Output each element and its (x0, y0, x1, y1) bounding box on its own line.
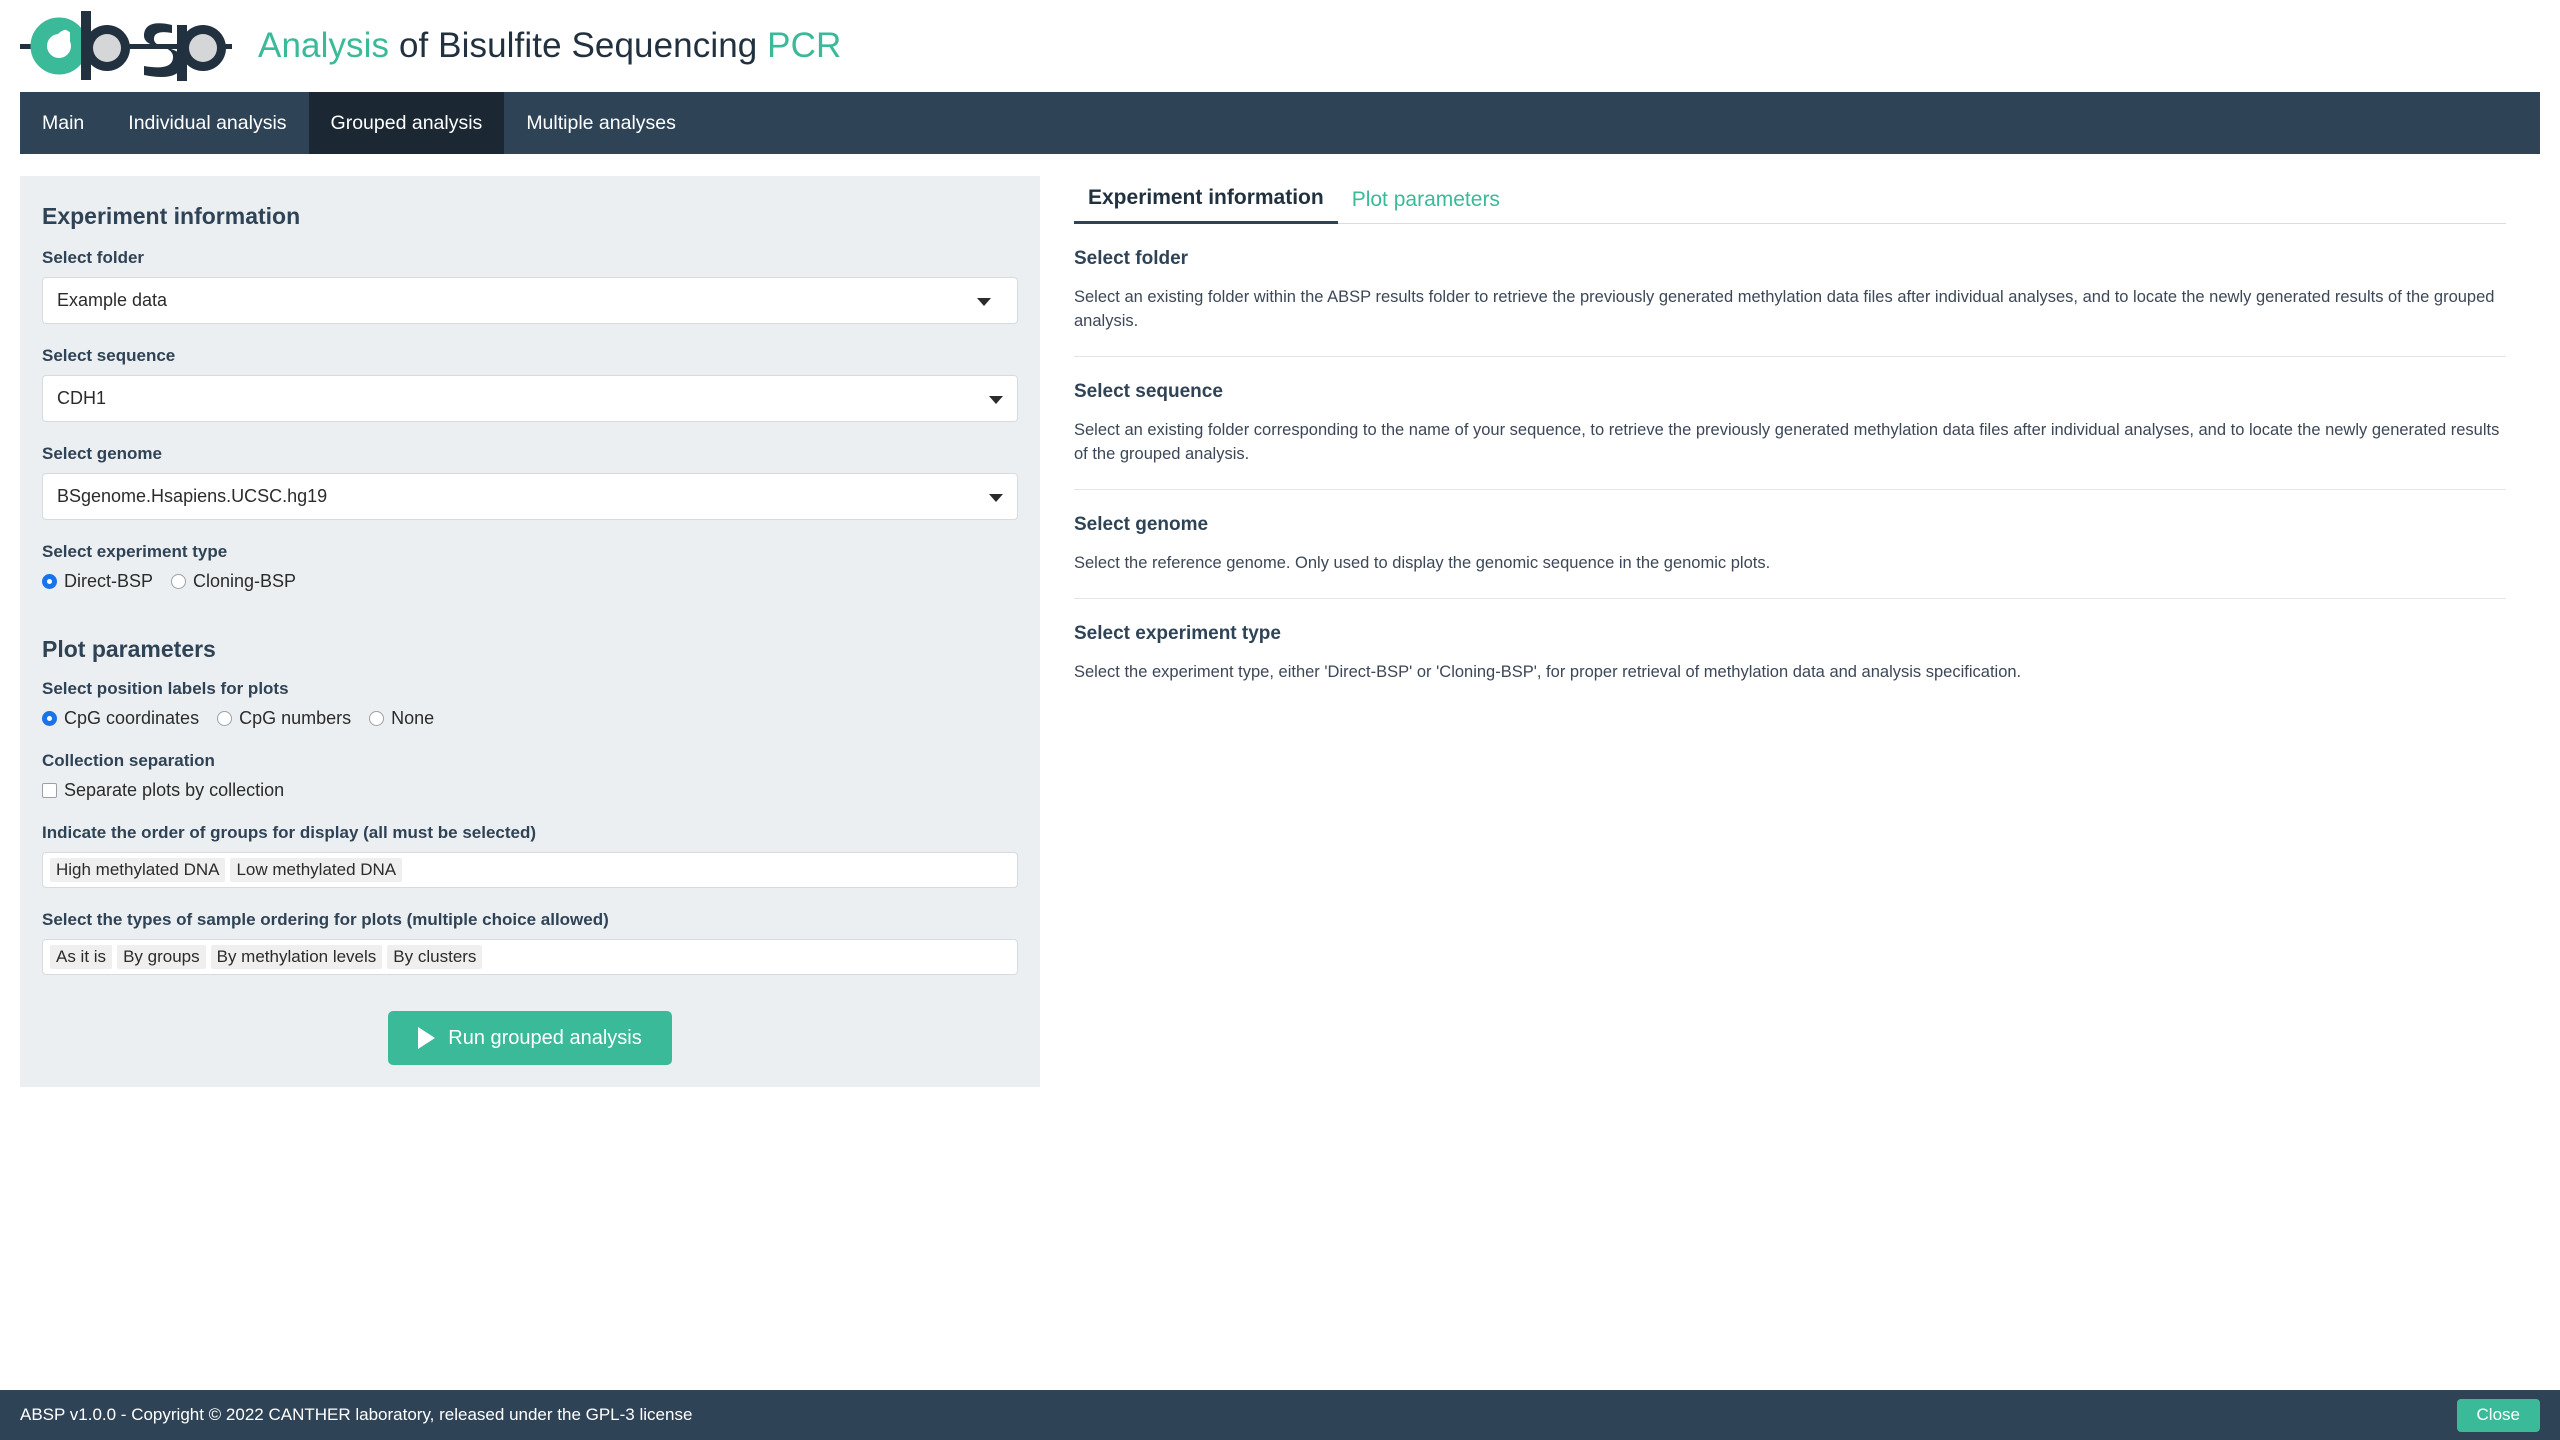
help-text: Select the experiment type, either 'Dire… (1074, 662, 2022, 681)
radio-option-direct-bsp[interactable]: Direct-BSP (42, 571, 153, 592)
radio-option-cloning-bsp[interactable]: Cloning-BSP (171, 571, 296, 592)
radio-label-none: None (391, 708, 435, 728)
select-folder-field: Select folder Example data (42, 248, 1018, 324)
tag-item[interactable]: By methylation levels (210, 945, 383, 969)
help-panel: Experiment information Plot parameters S… (1040, 176, 2540, 1087)
nav-item-multiple-analyses[interactable]: Multiple analyses (504, 92, 698, 154)
radio-label-cpg-coordinates: CpG coordinates (64, 708, 200, 728)
experiment-type-radio-group: Direct-BSP Cloning-BSP (42, 571, 1018, 592)
help-tab-bar: Experiment information Plot parameters (1074, 176, 2506, 224)
help-text: Select an existing folder within the ABS… (1074, 288, 2495, 330)
select-sequence-label: Select sequence (42, 346, 176, 365)
radio-option-cpg-coordinates[interactable]: CpG coordinates (42, 708, 199, 729)
radio-label-cpg-numbers: CpG numbers (239, 708, 352, 728)
select-folder-dropdown[interactable]: Example data (42, 277, 1018, 324)
collection-separation-field: Collection separation Separate plots by … (42, 751, 1018, 801)
position-labels-radio-group: CpG coordinates CpG numbers None (42, 708, 1018, 729)
radio-icon[interactable] (171, 574, 187, 589)
nav-item-individual-analysis[interactable]: Individual analysis (106, 92, 308, 154)
separate-plots-checkbox-group: Separate plots by collection (42, 780, 1018, 801)
select-genome-label: Select genome (42, 444, 162, 463)
chevron-down-icon (989, 395, 1003, 404)
experiment-type-label: Select experiment type (42, 542, 228, 561)
radio-label-cloning-bsp: Cloning-BSP (193, 571, 297, 591)
radio-option-cpg-numbers[interactable]: CpG numbers (217, 708, 351, 729)
sample-ordering-field: Select the types of sample ordering for … (42, 910, 1018, 975)
position-labels-label: Select position labels for plots (42, 679, 289, 698)
plot-parameters-heading: Plot parameters (42, 636, 216, 662)
select-folder-label: Select folder (42, 248, 145, 267)
tab-experiment-information[interactable]: Experiment information (1074, 186, 1338, 224)
tag-item[interactable]: High methylated DNA (50, 858, 226, 882)
select-genome-dropdown[interactable]: BSgenome.Hsapiens.UCSC.hg19 (42, 473, 1018, 520)
group-order-field: Indicate the order of groups for display… (42, 823, 1018, 888)
help-text: Select an existing folder corresponding … (1074, 420, 2500, 463)
radio-icon-selected[interactable] (42, 574, 57, 589)
sample-ordering-input[interactable]: As it is By groups By methylation levels… (42, 939, 1018, 975)
main-navbar: Main Individual analysis Grouped analysi… (20, 92, 2540, 154)
page-body: Experiment information Select folder Exa… (0, 154, 2560, 1087)
tag-item[interactable]: Low methylated DNA (230, 858, 403, 882)
settings-panel: Experiment information Select folder Exa… (20, 176, 1040, 1087)
close-button[interactable]: Close (2456, 1398, 2540, 1432)
radio-label-direct-bsp: Direct-BSP (64, 571, 154, 591)
tag-item[interactable]: As it is (50, 945, 113, 969)
app-footer: ABSP v1.0.0 - Copyright © 2022 CANTHER l… (0, 1390, 2560, 1440)
select-sequence-field: Select sequence CDH1 (42, 346, 1018, 422)
tag-item[interactable]: By groups (117, 945, 206, 969)
help-title: Select experiment type (1074, 622, 1281, 644)
select-sequence-dropdown[interactable]: CDH1 (42, 375, 1018, 422)
select-genome-field: Select genome BSgenome.Hsapiens.UCSC.hg1… (42, 444, 1018, 520)
checkbox-label-separate-plots: Separate plots by collection (64, 780, 285, 800)
sample-ordering-label: Select the types of sample ordering for … (42, 910, 609, 929)
radio-option-none[interactable]: None (369, 708, 434, 729)
select-sequence-value: CDH1 (57, 388, 107, 408)
nav-item-grouped-analysis[interactable]: Grouped analysis (308, 92, 505, 154)
radio-icon-selected[interactable] (42, 711, 57, 726)
nav-item-main[interactable]: Main (20, 92, 106, 154)
radio-icon[interactable] (369, 711, 385, 726)
help-title: Select sequence (1074, 380, 1223, 402)
radio-icon[interactable] (217, 711, 233, 726)
select-genome-value: BSgenome.Hsapiens.UCSC.hg19 (57, 486, 328, 506)
help-title: Select genome (1074, 513, 1209, 535)
run-button-container: Run grouped analysis (42, 1011, 1018, 1065)
checkbox-icon[interactable] (42, 783, 57, 798)
play-icon (418, 1027, 436, 1049)
title-accent-first: Analysis (258, 26, 390, 65)
experiment-information-heading: Experiment information (42, 203, 301, 229)
collection-separation-label: Collection separation (42, 751, 215, 770)
chevron-down-icon (977, 297, 991, 306)
page-title: Analysis of Bisulfite Sequencing PCR (258, 26, 841, 66)
chevron-down-icon (989, 493, 1003, 502)
tab-plot-parameters[interactable]: Plot parameters (1338, 188, 1514, 223)
help-section-select-folder: Select folder Select an existing folder … (1074, 224, 2506, 334)
select-folder-value: Example data (57, 290, 168, 310)
absp-logo-icon (20, 11, 232, 81)
help-title: Select folder (1074, 248, 1189, 269)
help-section-select-sequence: Select sequence Select an existing folde… (1074, 355, 2506, 467)
footer-copyright: ABSP v1.0.0 - Copyright © 2022 CANTHER l… (20, 1405, 693, 1424)
experiment-type-field: Select experiment type Direct-BSP Clonin… (42, 542, 1018, 592)
help-section-select-genome: Select genome Select the reference genom… (1074, 488, 2506, 576)
help-text: Select the reference genome. Only used t… (1074, 553, 1771, 572)
title-accent-last: PCR (767, 26, 842, 65)
group-order-input[interactable]: High methylated DNA Low methylated DNA (42, 852, 1018, 888)
run-button-label: Run grouped analysis (448, 1026, 642, 1049)
title-middle: of Bisulfite Sequencing (389, 26, 768, 65)
tag-item[interactable]: By clusters (387, 945, 483, 969)
run-grouped-analysis-button[interactable]: Run grouped analysis (388, 1011, 672, 1065)
group-order-label: Indicate the order of groups for display… (42, 823, 537, 842)
checkbox-option-separate-plots[interactable]: Separate plots by collection (42, 780, 284, 801)
position-labels-field: Select position labels for plots CpG coo… (42, 679, 1018, 729)
help-section-select-experiment-type: Select experiment type Select the experi… (1074, 597, 2506, 685)
app-header: Analysis of Bisulfite Sequencing PCR (0, 0, 2560, 92)
